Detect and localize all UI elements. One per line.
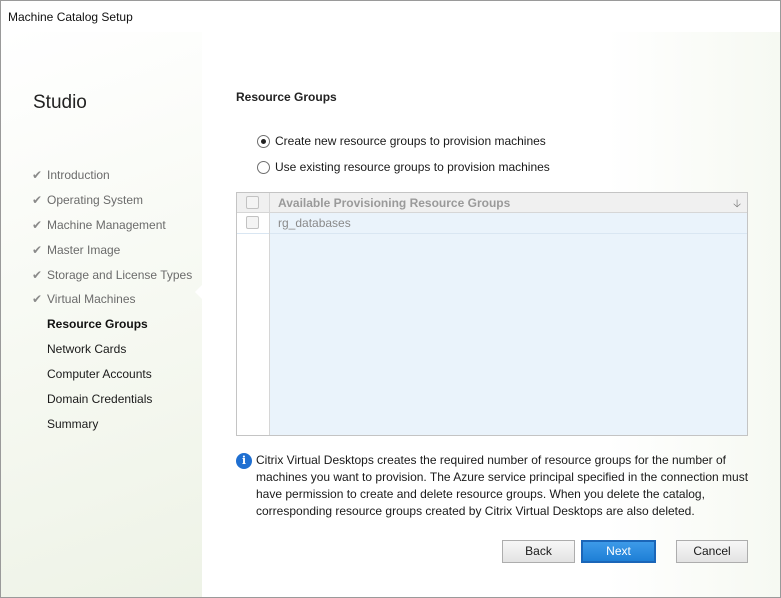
table-row[interactable]: rg_databases: [237, 213, 747, 234]
step-domain-credentials: Domain Credentials: [1, 390, 201, 415]
sort-down-icon[interactable]: 🡣: [733, 195, 741, 214]
step-master-image: ✔ Master Image: [1, 241, 201, 266]
wizard-steps: ✔ Introduction ✔ Operating System ✔ Mach…: [1, 166, 201, 440]
step-introduction: ✔ Introduction: [1, 166, 201, 191]
checkmark-icon: ✔: [32, 168, 43, 182]
checkmark-icon: ✔: [32, 292, 43, 307]
step-label: Operating System: [47, 192, 144, 207]
step-operating-system: ✔ Operating System: [1, 191, 201, 216]
step-label: Computer Accounts: [47, 367, 152, 382]
step-machine-management: ✔ Machine Management: [1, 216, 201, 241]
radio-label: Use existing resource groups to provisio…: [275, 160, 550, 174]
cancel-button[interactable]: Cancel: [676, 540, 748, 563]
select-all-checkbox[interactable]: [246, 196, 259, 209]
info-icon: i: [236, 453, 252, 469]
step-label: Introduction: [47, 168, 110, 182]
step-storage-license-types: ✔ Storage and License Types: [1, 266, 201, 291]
step-label: Domain Credentials: [47, 392, 153, 407]
wizard-sidebar: Studio ✔ Introduction ✔ Operating System…: [1, 32, 201, 597]
checkmark-icon: ✔: [32, 217, 43, 232]
step-label: Master Image: [47, 242, 121, 257]
step-label: Storage and License Types: [47, 267, 193, 282]
window-titlebar: Machine Catalog Setup: [1, 1, 780, 32]
step-computer-accounts: Computer Accounts: [1, 365, 201, 390]
machine-catalog-setup-window: Machine Catalog Setup Studio ✔ Introduct…: [0, 0, 781, 598]
step-virtual-machines: ✔ Virtual Machines: [1, 290, 201, 315]
checkmark-icon: ✔: [32, 192, 43, 207]
column-header-available-groups[interactable]: Available Provisioning Resource Groups: [278, 196, 510, 210]
use-existing-resource-groups-option[interactable]: Use existing resource groups to provisio…: [257, 159, 550, 175]
radio-button-unselected[interactable]: [257, 160, 270, 174]
wizard-content-panel: Resource Groups Create new resource grou…: [202, 32, 780, 597]
column-separator: [269, 193, 270, 435]
current-step-pointer: [195, 285, 202, 299]
resource-group-name: rg_databases: [278, 216, 351, 230]
studio-brand: Studio: [33, 92, 87, 113]
page-title: Resource Groups: [236, 90, 337, 104]
radio-label: Create new resource groups to provision …: [275, 134, 546, 148]
table-header[interactable]: Available Provisioning Resource Groups 🡣: [237, 193, 747, 213]
step-network-cards: Network Cards: [1, 340, 201, 365]
checkmark-icon: ✔: [32, 267, 43, 282]
info-text: Citrix Virtual Desktops creates the requ…: [256, 453, 749, 518]
window-title: Machine Catalog Setup: [8, 10, 133, 24]
next-button[interactable]: Next: [581, 540, 656, 563]
resource-groups-table: Available Provisioning Resource Groups 🡣…: [236, 192, 748, 436]
step-label: Machine Management: [47, 217, 166, 232]
create-new-resource-groups-option[interactable]: Create new resource groups to provision …: [257, 133, 546, 149]
row-checkbox[interactable]: [246, 216, 259, 229]
step-resource-groups: Resource Groups: [1, 315, 201, 340]
step-label: Resource Groups: [47, 317, 148, 332]
step-summary: Summary: [1, 415, 201, 440]
back-button[interactable]: Back: [502, 540, 575, 563]
step-label: Virtual Machines: [47, 292, 136, 307]
radio-button-selected[interactable]: [257, 134, 270, 148]
checkmark-icon: ✔: [32, 242, 43, 257]
step-label: Network Cards: [47, 342, 127, 357]
step-label: Summary: [47, 416, 99, 431]
